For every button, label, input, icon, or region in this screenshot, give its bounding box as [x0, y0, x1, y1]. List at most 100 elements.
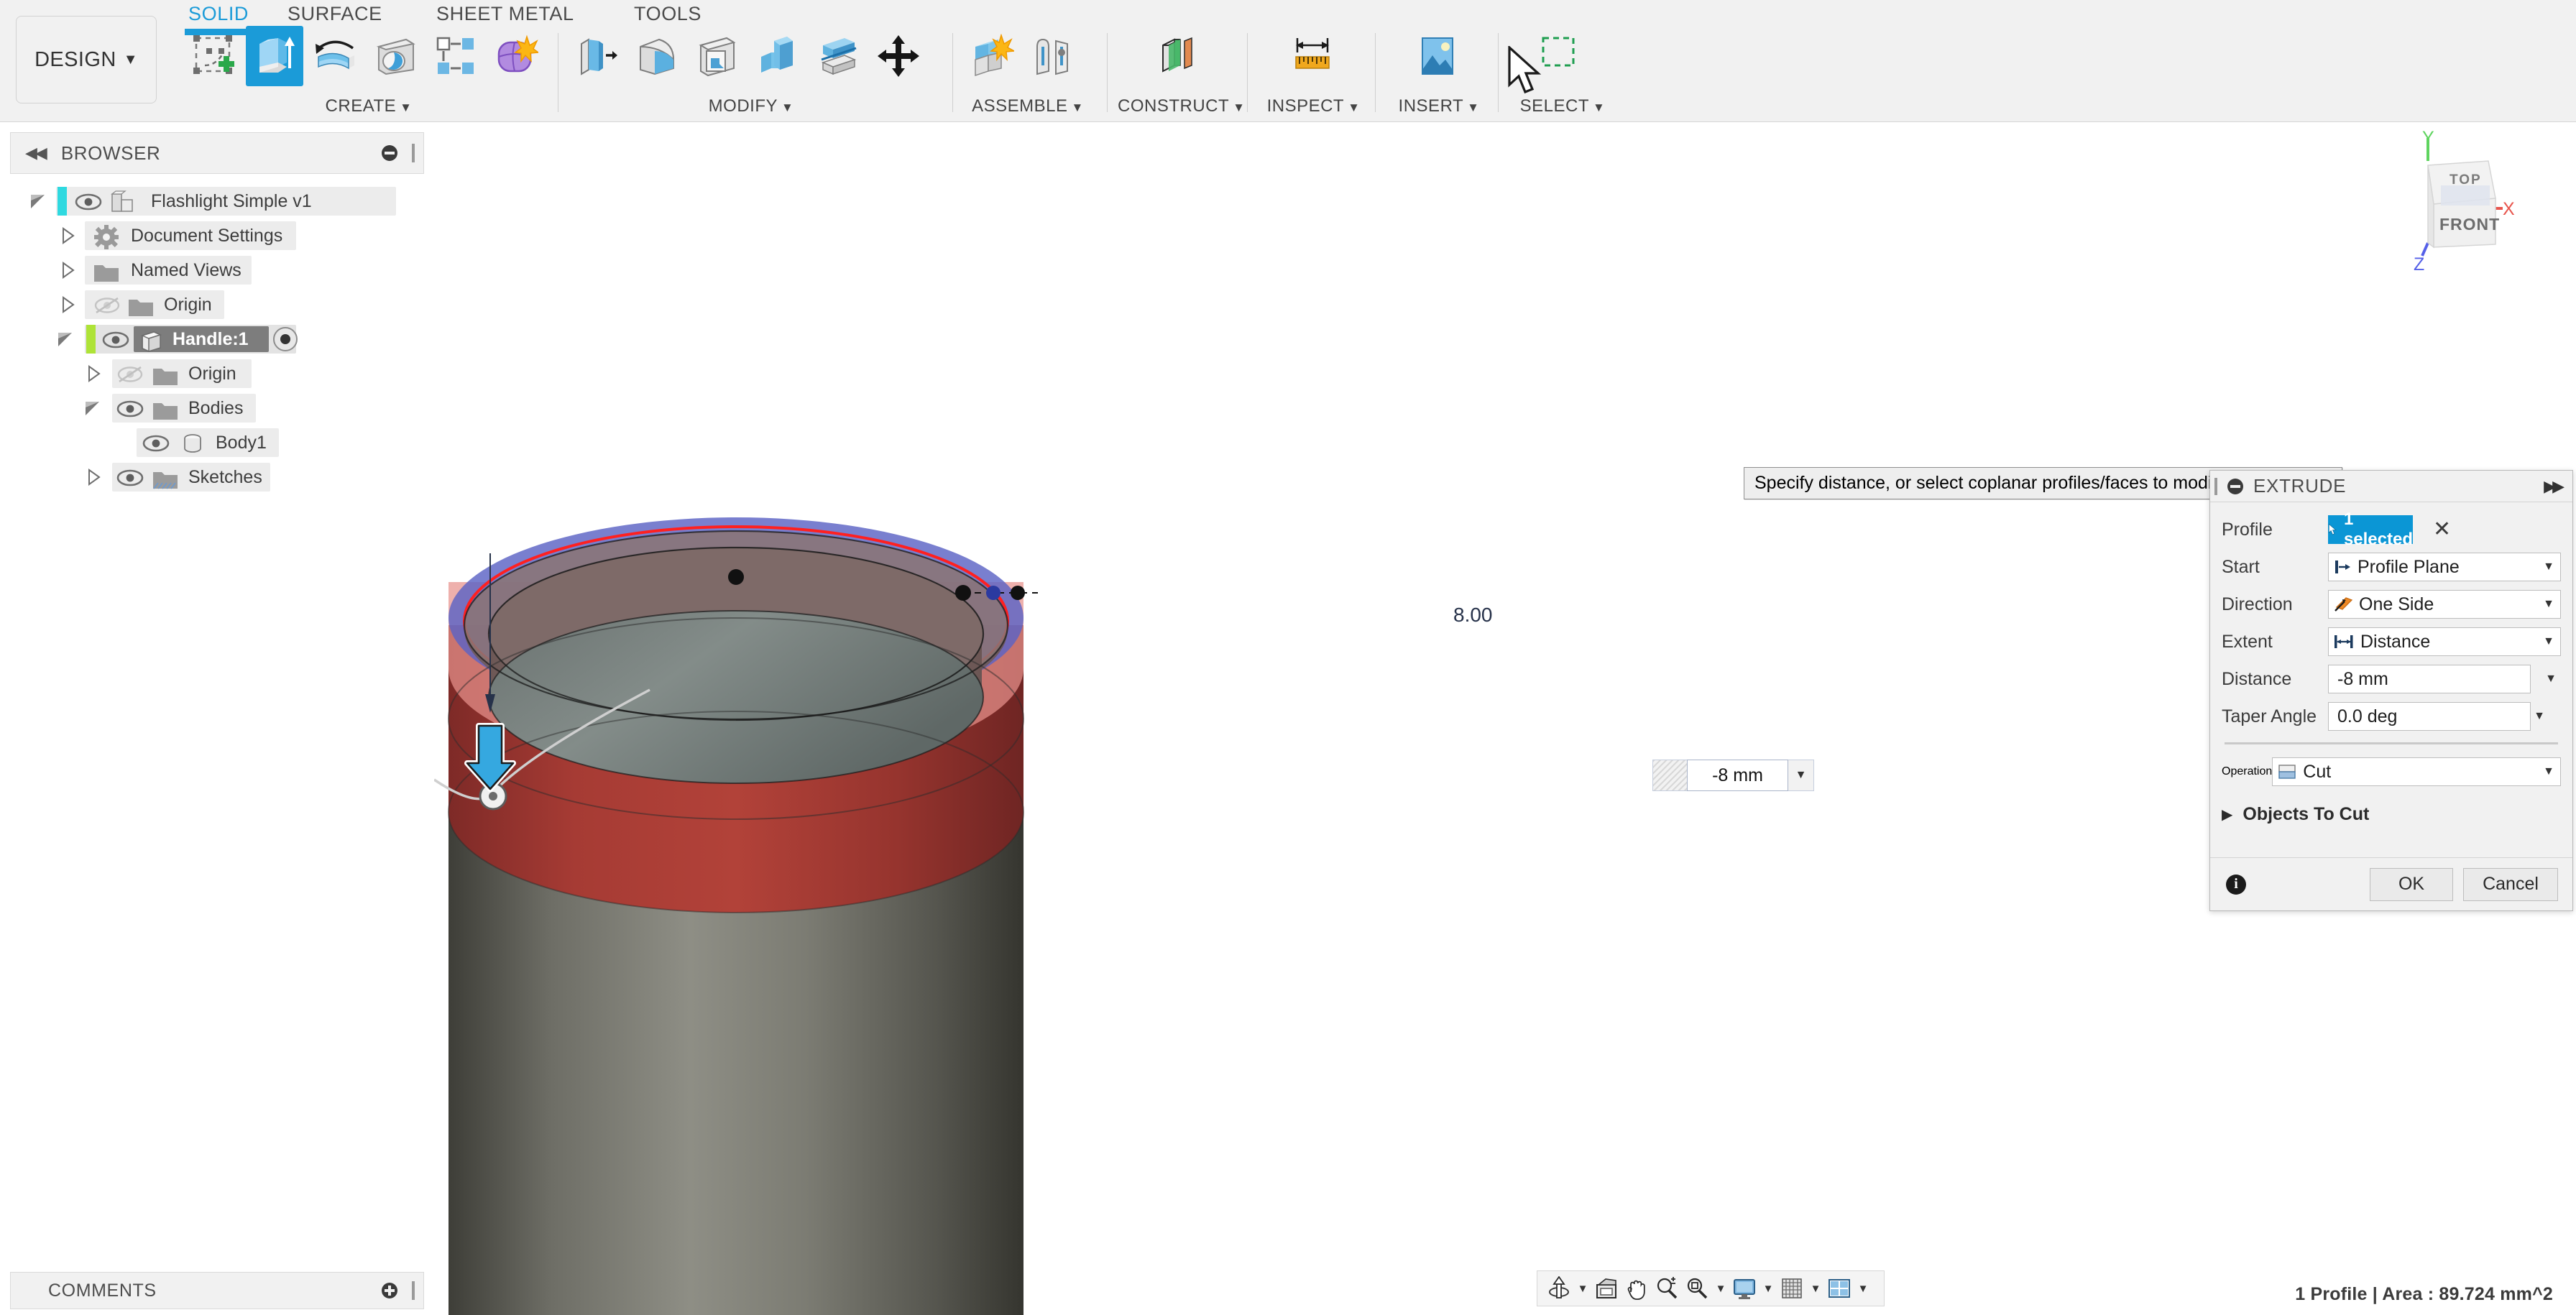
dimension-label[interactable]: 8.00 [1453, 604, 1493, 627]
display-settings-icon[interactable] [1730, 1274, 1759, 1303]
expander-collapsed-icon[interactable] [59, 261, 78, 280]
measure-button[interactable] [1284, 26, 1341, 86]
tab-tools[interactable]: TOOLS [634, 3, 702, 25]
viewports-icon[interactable] [1825, 1274, 1854, 1303]
expander-collapsed-icon[interactable] [59, 295, 78, 314]
visibility-hidden-icon[interactable] [115, 364, 145, 385]
tree-item-body1[interactable]: Body1 [0, 425, 434, 460]
chevron-down-icon[interactable]: ▼ [2545, 673, 2557, 686]
visibility-eye-icon[interactable] [115, 398, 145, 420]
group-label-insert[interactable]: INSERT ▼ [1386, 96, 1492, 116]
expander-collapsed-icon[interactable] [59, 226, 78, 245]
split-face-button[interactable] [809, 26, 867, 86]
operation-dropdown[interactable]: Cut ▼ [2272, 757, 2561, 786]
expander-collapsed-icon[interactable] [85, 468, 104, 486]
zoom-icon[interactable] [1652, 1274, 1681, 1303]
panel-grip[interactable] [412, 144, 415, 162]
joint-button[interactable] [1024, 26, 1081, 86]
clear-selection-icon[interactable]: ✕ [2433, 519, 2451, 540]
tree-item-handle-1[interactable]: Handle:1 [0, 322, 434, 356]
new-component-button[interactable] [963, 26, 1021, 86]
tree-item-origin-handle[interactable]: Origin [0, 356, 434, 391]
dialog-expand-icon[interactable]: ▶▶ [2544, 477, 2564, 496]
group-label-modify[interactable]: MODIFY ▼ [568, 96, 934, 116]
pattern-button[interactable] [427, 26, 484, 86]
revolve-button[interactable] [306, 26, 364, 86]
visibility-hidden-icon[interactable] [92, 295, 122, 316]
start-dropdown[interactable]: Profile Plane ▼ [2328, 553, 2561, 581]
expander-expanded-icon[interactable] [83, 399, 102, 417]
construct-plane-button[interactable] [1149, 26, 1207, 86]
group-label-construct[interactable]: CONSTRUCT ▼ [1118, 96, 1245, 116]
chevron-down-icon[interactable]: ▼ [1575, 1274, 1591, 1303]
group-label-select[interactable]: SELECT ▼ [1509, 96, 1616, 116]
workspace-switcher-button[interactable]: DESIGN ▼ [16, 16, 157, 103]
look-at-icon[interactable] [1592, 1274, 1621, 1303]
expander-collapsed-icon[interactable]: ▶ [2222, 806, 2232, 823]
extrude-dialog[interactable]: EXTRUDE ▶▶ Profile 1 selected ✕ Start Pr… [2209, 470, 2573, 911]
direction-dropdown[interactable]: One Side ▼ [2328, 590, 2561, 619]
fit-icon[interactable] [1683, 1274, 1711, 1303]
expander-collapsed-icon[interactable] [85, 364, 104, 383]
visibility-eye-icon[interactable] [115, 467, 145, 489]
orbit-icon[interactable] [1545, 1274, 1573, 1303]
panel-options-icon[interactable] [382, 145, 397, 161]
collapse-left-icon[interactable]: ◀◀ [25, 144, 47, 162]
create-sketch-button[interactable] [185, 26, 243, 86]
chevron-down-icon[interactable]: ▼ [1855, 1274, 1871, 1303]
visibility-eye-icon[interactable] [73, 191, 104, 213]
chevron-down-icon[interactable]: ▼ [1808, 1274, 1823, 1303]
insert-image-button[interactable] [1409, 26, 1466, 86]
grid-snaps-icon[interactable] [1777, 1274, 1806, 1303]
group-label-inspect[interactable]: INSPECT ▼ [1258, 96, 1369, 116]
chevron-down-icon[interactable]: ▼ [1760, 1274, 1776, 1303]
comments-panel[interactable]: COMMENTS [10, 1272, 424, 1309]
visibility-eye-icon[interactable] [101, 329, 131, 351]
sweep-button[interactable] [367, 26, 424, 86]
info-icon[interactable]: i [2226, 874, 2246, 895]
tab-solid[interactable]: SOLID [185, 3, 253, 35]
profile-selection-button[interactable]: 1 selected [2328, 509, 2413, 549]
move-copy-button[interactable] [870, 26, 927, 86]
panel-grip[interactable] [412, 1281, 415, 1300]
dialog-header[interactable]: EXTRUDE ▶▶ [2210, 471, 2572, 502]
pan-hand-icon[interactable] [1622, 1274, 1651, 1303]
fillet-button[interactable] [628, 26, 686, 86]
visibility-eye-icon[interactable] [141, 433, 171, 454]
tree-item-named-views[interactable]: Named Views [0, 253, 434, 287]
expander-expanded-icon[interactable] [29, 192, 47, 211]
add-comment-icon[interactable] [382, 1283, 397, 1298]
chevron-down-icon[interactable]: ▼ [2534, 710, 2545, 723]
combine-button[interactable] [749, 26, 806, 86]
expander-expanded-icon[interactable] [56, 330, 75, 349]
chevron-down-icon[interactable]: ▼ [1788, 760, 1814, 791]
ok-button[interactable]: OK [2370, 867, 2453, 901]
tab-sheet-metal[interactable]: SHEET METAL [436, 3, 574, 25]
dialog-grip[interactable] [2214, 477, 2217, 495]
distance-input[interactable]: -8 mm [2328, 665, 2531, 693]
view-cube[interactable]: Y X Z TOP FRONT [2375, 129, 2540, 295]
group-label-create[interactable]: CREATE ▼ [185, 96, 552, 116]
tree-item-origin-root[interactable]: Origin [0, 287, 434, 322]
taper-angle-input[interactable]: 0.0 deg [2328, 702, 2531, 731]
extrude-button[interactable] [246, 26, 303, 86]
dialog-collapse-icon[interactable] [2227, 478, 2243, 494]
shell-button[interactable] [689, 26, 746, 86]
objects-to-cut-section[interactable]: ▶ Objects To Cut [2222, 795, 2561, 834]
chevron-down-icon[interactable]: ▼ [1713, 1274, 1729, 1303]
press-pull-button[interactable] [568, 26, 625, 86]
tree-item-bodies[interactable]: Bodies [0, 391, 434, 425]
tab-surface[interactable]: SURFACE [288, 3, 382, 25]
chevron-down-icon: ▼ [781, 101, 794, 114]
group-label-assemble[interactable]: ASSEMBLE ▼ [963, 96, 1092, 116]
field-drag-grip[interactable] [1652, 760, 1687, 791]
canvas-distance-input[interactable]: -8 mm [1687, 760, 1788, 791]
tree-item-flashlight-simple[interactable]: Flashlight Simple v1 [0, 184, 434, 218]
form-button[interactable] [487, 26, 545, 86]
activate-component-radio[interactable] [273, 327, 298, 351]
tree-item-sketches[interactable]: Sketches [0, 460, 434, 494]
cancel-button[interactable]: Cancel [2463, 867, 2558, 901]
tree-item-document-settings[interactable]: Document Settings [0, 218, 434, 253]
extent-dropdown[interactable]: Distance ▼ [2328, 627, 2561, 656]
canvas-distance-field[interactable]: -8 mm ▼ [1652, 760, 1814, 791]
